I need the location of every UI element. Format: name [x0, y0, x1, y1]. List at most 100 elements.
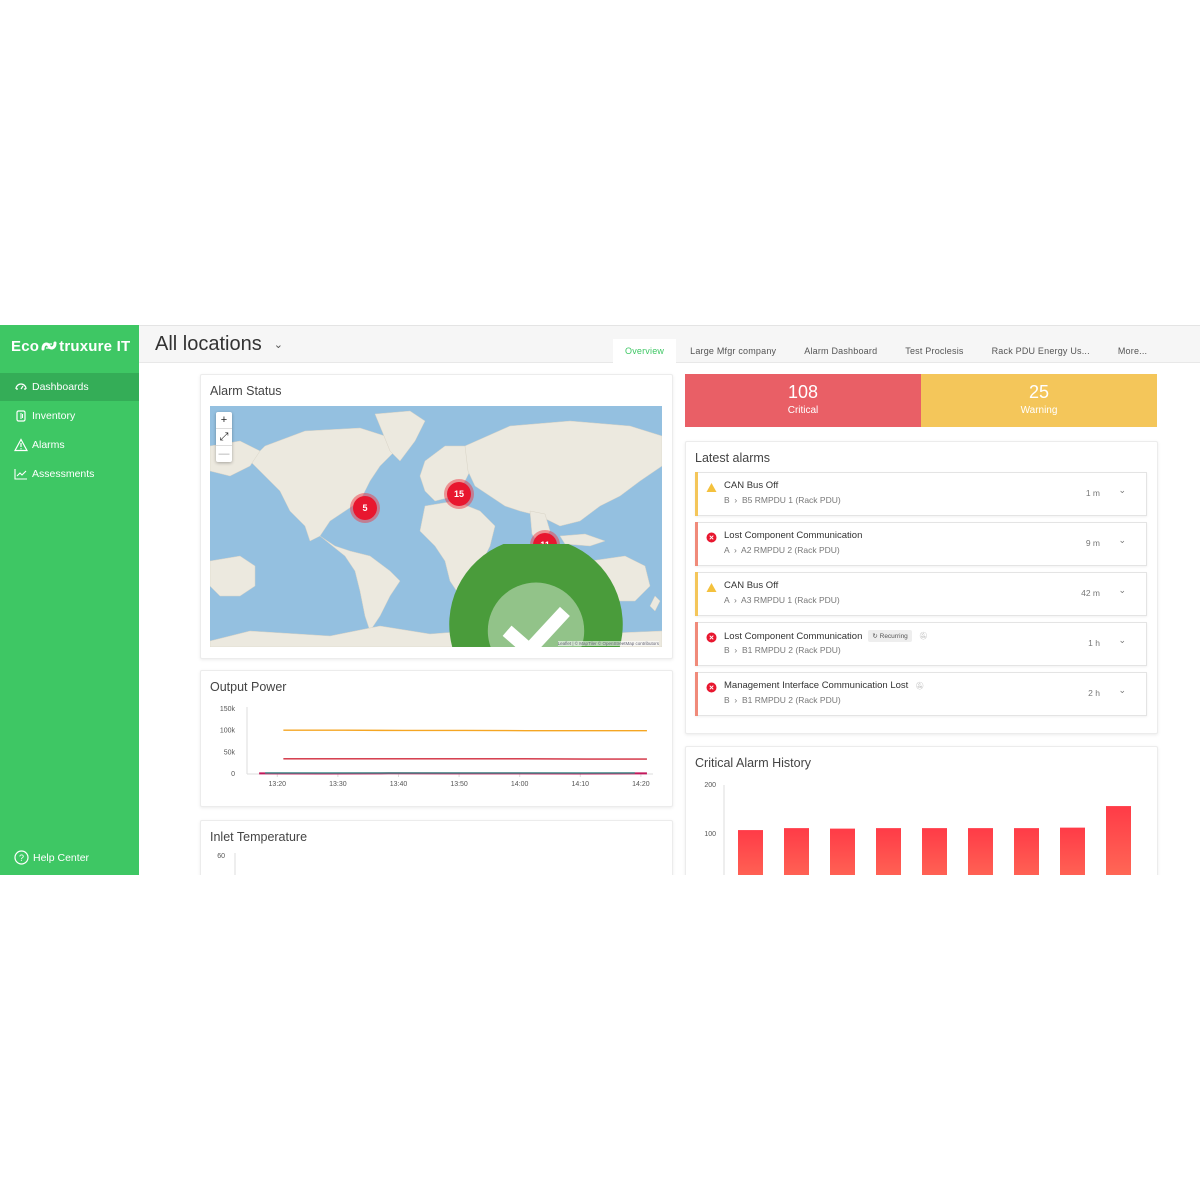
map-attribution: Leaflet | © MapTiler © OpenStreetMap con…: [557, 641, 659, 646]
output-power-card: Output Power 0 50k 100k 150k 13:20 13:30 13:40…: [200, 670, 673, 807]
x-tick-label: 13:30: [329, 781, 347, 788]
sidebar-item-dashboards[interactable]: Dashboards: [0, 373, 139, 401]
alarm-list-item[interactable]: Management Interface Communication Lost 🔕…: [695, 672, 1147, 716]
tab-rack-pdu-energy[interactable]: Rack PDU Energy Us...: [978, 339, 1104, 363]
zoom-out-button[interactable]: —: [216, 446, 232, 462]
expand-chevron-icon[interactable]: ⌄: [1118, 535, 1126, 546]
tab-alarm-dashboard[interactable]: Alarm Dashboard: [790, 339, 891, 363]
x-tick-label: 14:10: [572, 781, 590, 788]
sidebar-item-label: Inventory: [32, 410, 76, 422]
sidebar-item-label: Alarms: [32, 439, 65, 451]
history-bar[interactable]: [738, 830, 763, 875]
alarm-location: B: [724, 695, 730, 705]
location-selector[interactable]: All locations ⌄: [155, 333, 283, 356]
map-cluster-europe[interactable]: 15: [447, 482, 471, 506]
history-bar[interactable]: [1014, 828, 1039, 875]
alarm-time: 1 h: [1088, 638, 1100, 648]
history-bar[interactable]: [922, 828, 947, 875]
severity-bar: [695, 472, 698, 516]
tab-more[interactable]: More...: [1104, 339, 1161, 363]
alarm-time: 2 h: [1088, 688, 1100, 698]
alarm-device: B1 RMPDU 2 (Rack PDU): [741, 645, 841, 655]
muted-bell-icon: 🔕︎: [915, 682, 925, 690]
sidebar-item-alarms[interactable]: Alarms: [0, 431, 139, 459]
card-title: Output Power: [210, 680, 287, 694]
history-bar[interactable]: [876, 828, 901, 875]
svg-text:?: ?: [19, 853, 24, 863]
breadcrumb-chevron-icon: ›: [734, 495, 738, 505]
help-center-link[interactable]: ? Help Center: [14, 850, 89, 865]
critical-x-icon: [706, 532, 717, 543]
alarm-location: A: [724, 545, 730, 555]
logo[interactable]: Eco truxure IT: [0, 325, 139, 367]
alarm-location: A: [724, 595, 730, 605]
history-bar[interactable]: [1060, 827, 1085, 875]
alarm-title: Lost Component Communication: [724, 530, 863, 541]
history-bar[interactable]: [830, 828, 855, 875]
map-cluster-north-america[interactable]: 5: [353, 496, 377, 520]
inventory-icon: [16, 410, 26, 422]
logo-text-pre: Eco: [11, 337, 40, 355]
tab-overview[interactable]: Overview: [613, 339, 677, 363]
y-tick-label: 150k: [220, 706, 236, 713]
alarm-list-item[interactable]: Lost Component Communication ↻ Recurring 🔕…: [695, 622, 1147, 666]
map-zoom-controls: + ⤢ —: [216, 412, 232, 462]
top-bar: All locations ⌄ Overview Large Mfgr comp…: [139, 325, 1200, 363]
expand-chevron-icon[interactable]: ⌄: [1118, 635, 1126, 646]
alarm-list-item[interactable]: CAN Bus Off A › A3 RMPDU 1 (Rack PDU) 42 m…: [695, 572, 1147, 616]
critical-count: 108: [787, 382, 819, 402]
critical-x-icon: [706, 632, 717, 643]
chevron-down-icon: ⌄: [273, 339, 283, 351]
expand-chevron-icon[interactable]: ⌄: [1118, 485, 1126, 496]
critical-summary-tile[interactable]: 108 Critical: [685, 374, 921, 427]
inlet-temperature-chart: 60: [217, 853, 236, 875]
alarm-device: A3 RMPDU 1 (Rack PDU): [741, 595, 840, 605]
alarm-title: CAN Bus Off: [724, 580, 779, 591]
output-power-chart: 0 50k 100k 150k 13:20 13:30 13:40 13:50 14:00 14:…: [220, 706, 653, 788]
warning-summary-tile[interactable]: 25 Warning: [921, 374, 1157, 427]
zoom-in-button[interactable]: +: [216, 412, 232, 429]
alarm-title-row: Management Interface Communication Lost 🔕…: [724, 680, 924, 691]
sidebar-item-inventory[interactable]: Inventory: [0, 402, 139, 430]
x-tick-label: 14:20: [632, 781, 650, 788]
muted-bell-icon: 🔕︎: [918, 633, 928, 640]
y-tick-label: 100k: [220, 728, 236, 735]
warning-label: Warning: [1020, 405, 1058, 416]
y-tick-label: 60: [217, 853, 225, 860]
expand-chevron-icon[interactable]: ⌄: [1118, 585, 1126, 596]
sidebar-nav: Dashboards Inventory Alarms Assessments: [0, 373, 139, 488]
help-question-icon: ?: [14, 850, 29, 865]
y-tick-label: 0: [231, 771, 235, 778]
location-title: All locations: [155, 333, 262, 355]
card-title: Latest alarms: [695, 451, 771, 465]
sidebar-item-assessments[interactable]: Assessments: [0, 460, 139, 488]
world-map[interactable]: + ⤢ — 5 15 11 14 Leaflet | © MapTiler © …: [210, 406, 662, 647]
alarm-title-row: CAN Bus Off: [724, 480, 778, 491]
critical-x-icon: [706, 682, 717, 693]
alarm-device: B1 RMPDU 2 (Rack PDU): [741, 695, 841, 705]
alarm-list-item[interactable]: CAN Bus Off B › B5 RMPDU 1 (Rack PDU) 1 m ⌄: [695, 472, 1147, 516]
alarm-title-row: Lost Component Communication ↻ Recurring 🔕…: [724, 630, 928, 642]
history-bar[interactable]: [968, 828, 993, 875]
history-bar[interactable]: [784, 828, 809, 875]
alarm-title-row: CAN Bus Off: [724, 580, 778, 591]
ok-location-pin-icon[interactable]: [310, 544, 662, 647]
alarm-title: CAN Bus Off: [724, 480, 779, 491]
alarm-source: A › A2 RMPDU 2 (Rack PDU): [724, 545, 840, 555]
breadcrumb-chevron-icon: ›: [734, 695, 738, 705]
expand-chevron-icon[interactable]: ⌄: [1118, 685, 1126, 696]
alarm-list-item[interactable]: Lost Component Communication A › A2 RMPDU…: [695, 522, 1147, 566]
assessment-chart-icon: [14, 469, 27, 480]
alarm-title: Lost Component Communication: [724, 630, 863, 642]
fullscreen-button[interactable]: ⤢: [216, 429, 232, 446]
tab-test-proclesis[interactable]: Test Proclesis: [891, 339, 977, 363]
sidebar-item-label: Assessments: [32, 468, 95, 480]
recurring-label: Recurring: [879, 633, 908, 640]
tab-large-mfgr-company[interactable]: Large Mfgr company: [676, 339, 790, 363]
critical-alarm-history-card: Critical Alarm History 100 200: [685, 746, 1158, 875]
breadcrumb-chevron-icon: ›: [733, 595, 737, 605]
alarm-device: B5 RMPDU 1 (Rack PDU): [741, 495, 841, 505]
x-tick-label: 13:50: [450, 781, 468, 788]
dashboard-tabs: Overview Large Mfgr company Alarm Dashbo…: [613, 339, 1161, 363]
history-bar[interactable]: [1106, 806, 1131, 875]
